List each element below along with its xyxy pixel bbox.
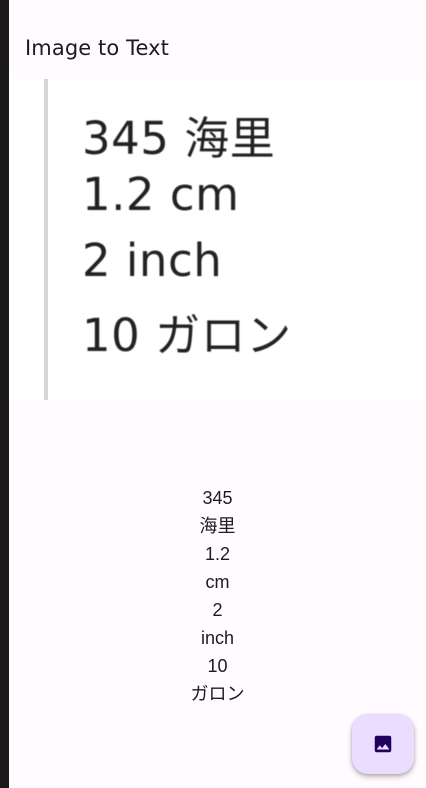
app-screen: Image to Text 345 海里 1.2 cm 2 inch 10 ガロ… [9,0,426,788]
result-line: 10 [207,656,228,676]
result-line: 1.2 [204,544,231,564]
image-icon [372,733,394,755]
recognized-text: 345 海里 1.2 cm 2 inch 10 ガロン [9,484,426,708]
image-text-line-1: 345 海里 [82,112,276,165]
source-image: 345 海里 1.2 cm 2 inch 10 ガロン [9,79,426,400]
app-title: Image to Text [25,36,169,60]
result-line: 2 [212,600,223,620]
result-line: 海里 [199,516,236,536]
result-line: ガロン [190,684,245,704]
image-text-line-4: 10 ガロン [82,309,292,362]
image-text-line-2: 1.2 cm [82,168,240,221]
result-line: 345 [202,488,233,508]
app-bar: Image to Text [9,0,426,78]
image-text-line-3: 2 inch [82,234,223,287]
image-border [44,79,48,400]
result-line: cm [205,572,230,592]
result-line: inch [200,628,235,648]
pick-image-button[interactable] [352,714,414,774]
